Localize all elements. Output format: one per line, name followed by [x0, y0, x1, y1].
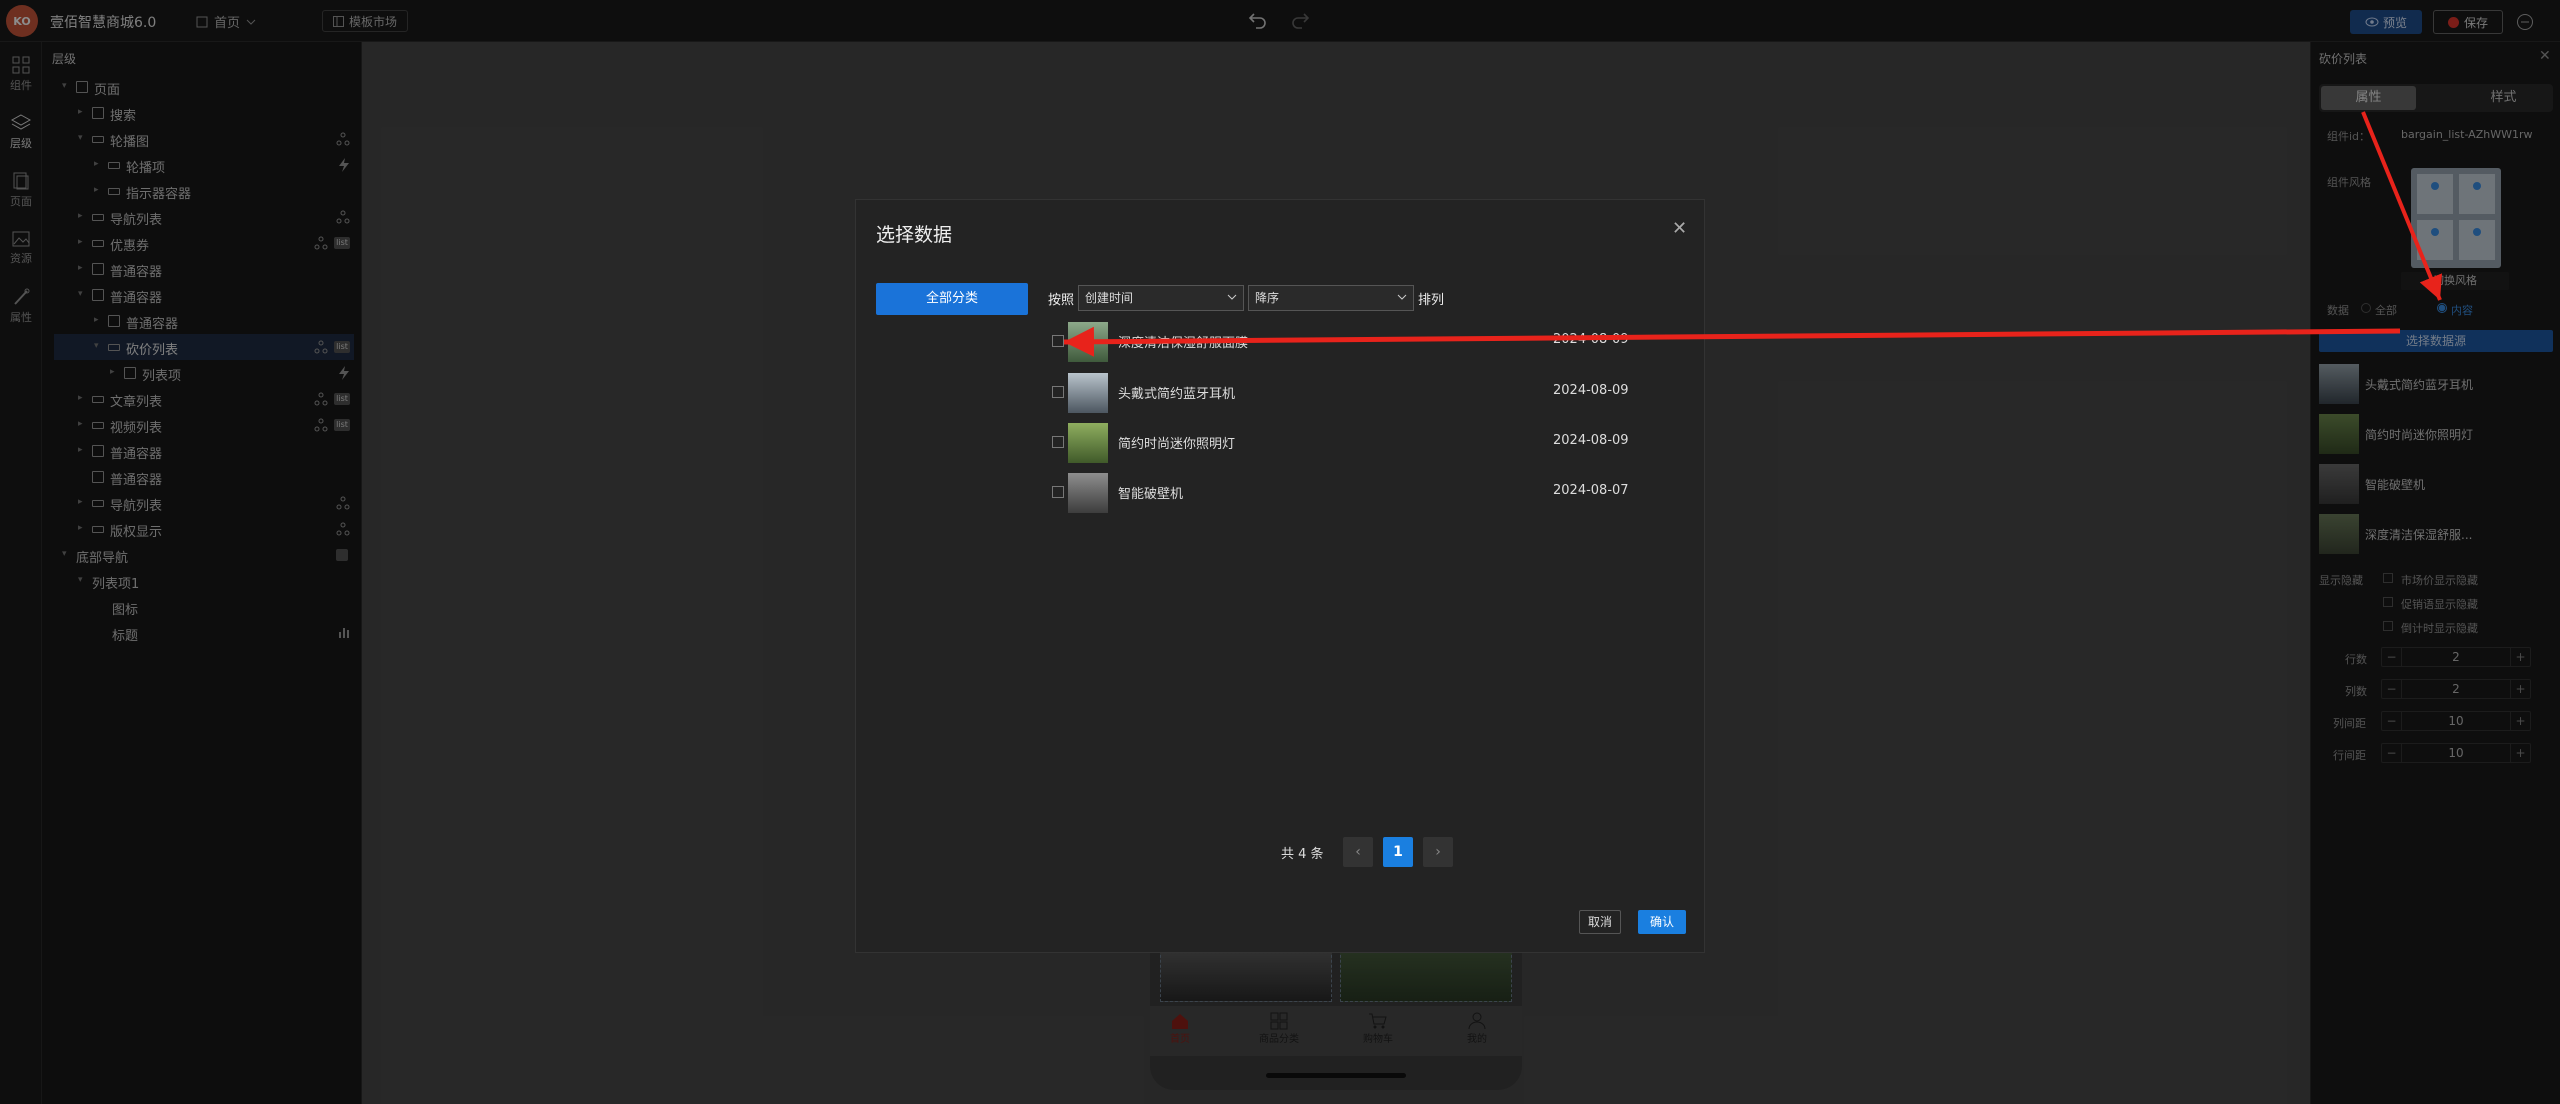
total-count: 共 4 条 — [1281, 847, 1324, 862]
cancel-button[interactable]: 取消 — [1579, 910, 1621, 934]
row-name: 智能破壁机 — [1118, 487, 1184, 502]
row-date: 2024-08-07 — [1553, 483, 1629, 498]
sort-controls: 按照 创建时间 降序 排列 — [1048, 285, 1678, 311]
table-row[interactable]: 简约时尚迷你照明灯 2024-08-09 — [1048, 419, 1678, 465]
row-name: 深度清洁保湿舒服面膜 — [1118, 336, 1249, 351]
sort-field-value: 创建时间 — [1085, 291, 1134, 305]
all-categories-button[interactable]: 全部分类 — [876, 283, 1028, 315]
sort-order-value: 降序 — [1255, 291, 1280, 305]
prev-page-button[interactable]: ‹ — [1343, 837, 1373, 867]
chevron-down-icon — [1397, 293, 1407, 301]
row-name: 简约时尚迷你照明灯 — [1118, 437, 1236, 452]
row-checkbox[interactable] — [1052, 335, 1064, 347]
table-row[interactable]: 智能破壁机 2024-08-07 — [1048, 469, 1678, 515]
close-icon[interactable]: ✕ — [1672, 218, 1687, 239]
product-thumbnail — [1068, 423, 1108, 463]
sort-field-select[interactable]: 创建时间 — [1078, 285, 1244, 311]
sort-suffix: 排列 — [1418, 293, 1445, 308]
row-date: 2024-08-09 — [1553, 383, 1629, 398]
row-name: 头戴式简约蓝牙耳机 — [1118, 387, 1236, 402]
sort-prefix: 按照 — [1048, 293, 1075, 308]
dialog-title: 选择数据 — [876, 224, 953, 246]
row-checkbox[interactable] — [1052, 386, 1064, 398]
next-page-button[interactable]: › — [1423, 837, 1453, 867]
row-checkbox[interactable] — [1052, 436, 1064, 448]
table-row[interactable]: 头戴式简约蓝牙耳机 2024-08-09 — [1048, 369, 1678, 415]
pagination: 共 4 条 ‹ 1 › — [1281, 837, 1481, 867]
row-checkbox[interactable] — [1052, 486, 1064, 498]
sort-order-select[interactable]: 降序 — [1248, 285, 1414, 311]
table-row[interactable]: 深度清洁保湿舒服面膜 2024-08-09 — [1048, 318, 1678, 364]
page-number-button[interactable]: 1 — [1383, 837, 1413, 867]
chevron-down-icon — [1227, 293, 1237, 301]
product-thumbnail — [1068, 373, 1108, 413]
product-thumbnail — [1068, 322, 1108, 362]
row-date: 2024-08-09 — [1553, 433, 1629, 448]
confirm-button[interactable]: 确认 — [1638, 910, 1686, 934]
product-thumbnail — [1068, 473, 1108, 513]
select-data-dialog: 选择数据 ✕ 全部分类 按照 创建时间 降序 排列 深度清洁保湿舒服面膜 202… — [855, 199, 1705, 953]
row-date: 2024-08-09 — [1553, 332, 1629, 347]
